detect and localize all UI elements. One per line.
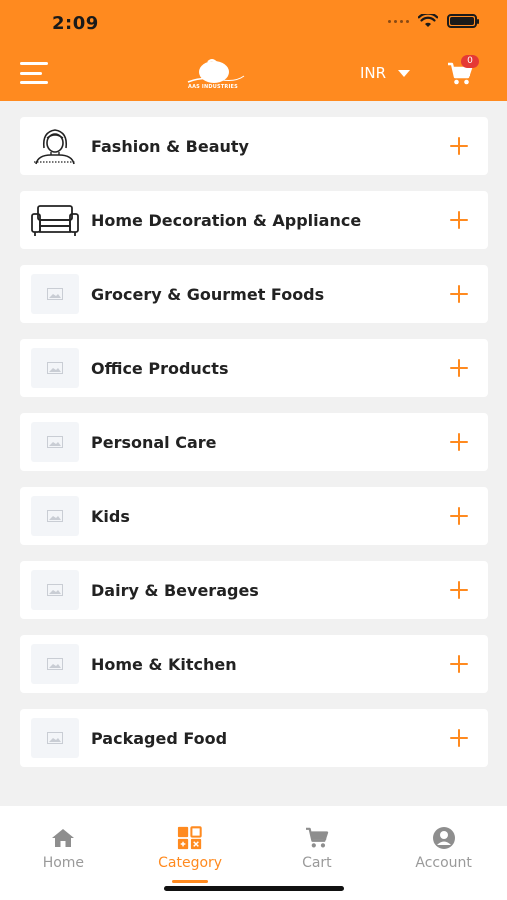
- sofa-icon: [31, 205, 79, 236]
- status-time: 2:09: [52, 13, 99, 34]
- category-thumbnail: [31, 126, 79, 166]
- image-placeholder-icon: [31, 274, 79, 314]
- currency-label: INR: [360, 64, 387, 82]
- category-label: Fashion & Beauty: [91, 136, 249, 156]
- expand-plus-icon[interactable]: [450, 729, 468, 747]
- category-item[interactable]: Grocery & Gourmet Foods: [20, 265, 488, 323]
- image-placeholder-icon: [31, 496, 79, 536]
- category-icon: [177, 826, 203, 850]
- image-placeholder-icon: [31, 644, 79, 684]
- caret-down-icon: [398, 69, 411, 77]
- category-item[interactable]: Dairy & Beverages: [20, 561, 488, 619]
- nav-category-label: Category: [158, 855, 223, 871]
- hamburger-menu-button[interactable]: [20, 62, 48, 84]
- category-item[interactable]: Office Products: [20, 339, 488, 397]
- expand-plus-icon[interactable]: [450, 285, 468, 303]
- wifi-icon: [418, 14, 438, 27]
- category-label: Office Products: [91, 358, 229, 378]
- cart-count-badge: 0: [461, 55, 479, 68]
- image-placeholder-icon: [31, 570, 79, 610]
- nav-account-label: Account: [415, 855, 472, 871]
- logo-text: AAS INDUSTRIES: [188, 84, 238, 90]
- category-label: Kids: [91, 506, 130, 526]
- image-placeholder-icon: [31, 422, 79, 462]
- category-item[interactable]: Home Decoration & Appliance: [20, 191, 488, 249]
- expand-plus-icon[interactable]: [450, 581, 468, 599]
- category-item[interactable]: Personal Care: [20, 413, 488, 471]
- account-icon: [431, 826, 457, 850]
- category-item[interactable]: Packaged Food: [20, 709, 488, 767]
- header-cart-button[interactable]: 0: [447, 55, 479, 86]
- nav-account[interactable]: Account: [380, 806, 507, 900]
- expand-plus-icon[interactable]: [450, 507, 468, 525]
- battery-icon: [447, 14, 479, 28]
- signal-icon: [388, 19, 409, 23]
- category-label: Home Decoration & Appliance: [91, 210, 362, 230]
- home-indicator: [164, 886, 344, 891]
- expand-plus-icon[interactable]: [450, 211, 468, 229]
- category-label: Packaged Food: [91, 728, 228, 748]
- expand-plus-icon[interactable]: [450, 359, 468, 377]
- active-tab-indicator: [172, 880, 209, 883]
- nav-home[interactable]: Home: [0, 806, 127, 900]
- woman-portrait-icon: [34, 129, 76, 165]
- currency-selector[interactable]: INR: [360, 64, 411, 82]
- nav-cart-label: Cart: [302, 855, 332, 871]
- app-header: 2:09 AAS INDUSTRIES INR 0: [0, 0, 507, 101]
- category-label: Personal Care: [91, 432, 217, 452]
- category-item[interactable]: Home & Kitchen: [20, 635, 488, 693]
- status-icons: [388, 14, 479, 28]
- category-thumbnail: [31, 200, 79, 240]
- cart-icon: [304, 826, 330, 850]
- category-item[interactable]: Kids: [20, 487, 488, 545]
- category-item[interactable]: Fashion & Beauty: [20, 117, 488, 175]
- expand-plus-icon[interactable]: [450, 137, 468, 155]
- category-label: Dairy & Beverages: [91, 580, 259, 600]
- category-list: Fashion & Beauty Home Decoration & Appli…: [20, 117, 488, 783]
- category-label: Grocery & Gourmet Foods: [91, 284, 325, 304]
- logo-emblem-icon: [187, 59, 245, 83]
- brand-logo: AAS INDUSTRIES: [178, 58, 248, 90]
- home-icon: [50, 826, 76, 850]
- expand-plus-icon[interactable]: [450, 433, 468, 451]
- image-placeholder-icon: [31, 348, 79, 388]
- category-label: Home & Kitchen: [91, 654, 237, 674]
- image-placeholder-icon: [31, 718, 79, 758]
- nav-home-label: Home: [42, 855, 85, 871]
- expand-plus-icon[interactable]: [450, 655, 468, 673]
